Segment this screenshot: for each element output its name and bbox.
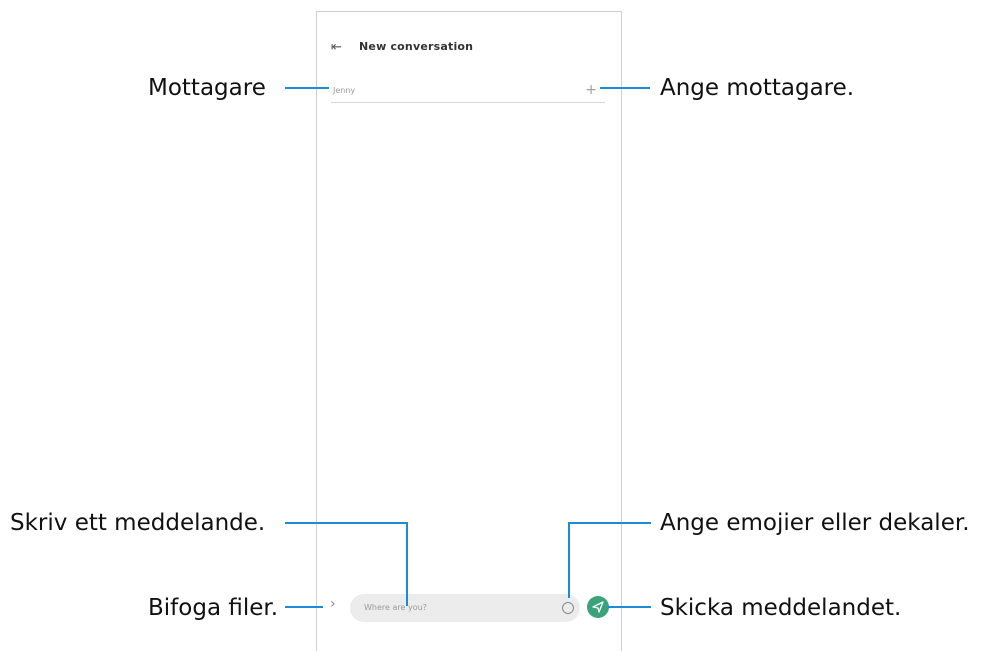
send-button[interactable] [587,596,609,618]
callout-emoji-stickers: Ange emojier eller dekaler. [660,510,970,536]
plus-icon[interactable]: + [585,82,597,98]
emoji-icon[interactable] [562,602,574,614]
callout-send-message: Skicka meddelandet. [660,595,902,621]
callout-recipient: Mottagare [148,75,266,101]
page-title: New conversation [359,40,474,53]
chevron-right-icon[interactable]: › [330,596,336,612]
callout-line-add-recipient [600,87,650,89]
callout-line-recipient [285,87,329,89]
callout-write-message: Skriv ett meddelande. [10,510,266,536]
callout-add-recipient: Ange mottagare. [660,75,855,101]
callout-line-emoji [568,522,651,524]
message-input[interactable]: Where are you? [350,594,580,622]
callout-line-emoji-vertical [568,522,570,598]
callout-line-write-message [285,522,408,524]
phone-screen: ⇤ New conversation Jenny + › Where are y… [316,11,622,651]
recipient-field[interactable]: Jenny + [331,82,605,103]
callout-attach-files: Bifoga filer. [148,595,279,621]
message-placeholder: Where are you? [364,603,427,612]
callout-line-write-message-vertical [406,522,408,606]
back-arrow-icon[interactable]: ⇤ [331,40,342,55]
send-icon [592,601,604,613]
recipient-value: Jenny [333,86,356,95]
callout-line-attach [285,606,323,608]
callout-line-send [608,606,651,608]
